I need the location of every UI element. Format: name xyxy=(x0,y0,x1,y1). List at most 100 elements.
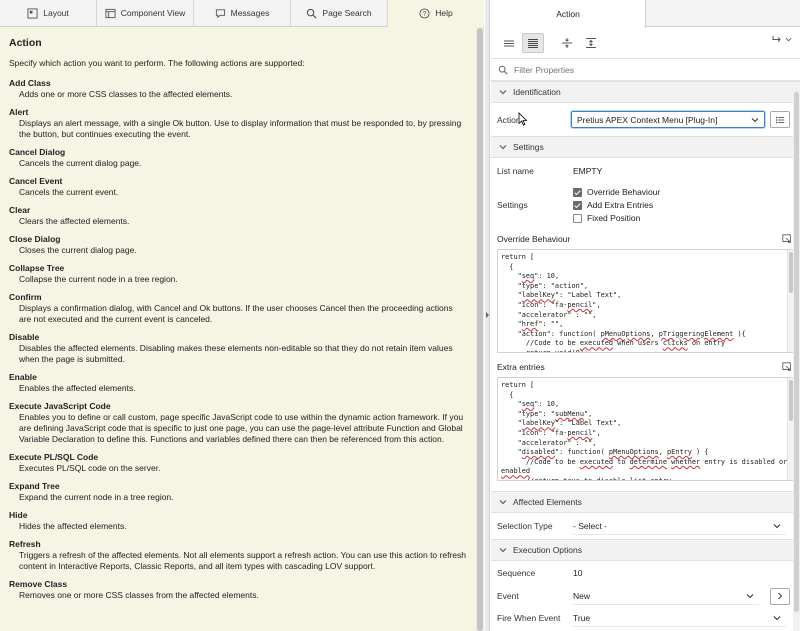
checkbox-label: Override Behaviour xyxy=(587,187,661,197)
checkbox-unchecked-icon[interactable] xyxy=(573,213,582,223)
tab-page-search[interactable]: Page Search xyxy=(291,0,388,26)
help-action-item: Cancel Event Cancels the current event. xyxy=(9,175,467,198)
help-action-title: Add Class xyxy=(9,78,51,88)
go-to-event-button[interactable] xyxy=(770,587,790,605)
action-select[interactable]: Pretius APEX Context Menu [Plug-In] xyxy=(571,111,765,128)
help-action-desc: Clears the affected elements. xyxy=(19,216,130,226)
help-action-item: Alert Displays an alert message, with a s… xyxy=(9,106,467,140)
help-action-desc: Hides the affected elements. xyxy=(19,521,127,531)
tab-component-view[interactable]: Component View xyxy=(97,0,194,26)
property-settings: Settings Override Behaviour Add Extra En… xyxy=(491,184,800,226)
property-scrollbar-thumb[interactable] xyxy=(794,92,799,612)
tab-layout[interactable]: Layout xyxy=(0,0,97,26)
help-action-item: Expand Tree Expand the current node in a … xyxy=(9,480,467,503)
help-action-title: Hide xyxy=(9,510,28,520)
help-action-title: Close Dialog xyxy=(9,234,61,244)
override-behaviour-header: Override Behaviour xyxy=(491,231,800,247)
help-action-title: Alert xyxy=(9,107,29,117)
layout-icon xyxy=(27,7,38,19)
list-name-value[interactable]: EMPTY xyxy=(573,166,800,176)
chevron-down-icon xyxy=(773,615,781,620)
splitter-arrow-icon[interactable] xyxy=(486,312,489,318)
group-execution-options[interactable]: Execution Options xyxy=(491,539,800,561)
pane-splitter[interactable] xyxy=(485,0,490,631)
tab-action[interactable]: Action xyxy=(491,0,646,28)
settings-label: Settings xyxy=(497,200,528,210)
checkbox-add-extra-entries[interactable]: Add Extra Entries xyxy=(573,199,800,212)
checkbox-checked-icon[interactable] xyxy=(573,200,582,210)
help-action-title: Enable xyxy=(9,372,37,382)
chevron-down-icon xyxy=(773,523,781,528)
help-action-item: Execute JavaScript Code Enables you to de… xyxy=(9,400,467,445)
tab-page-search-label: Page Search xyxy=(322,8,372,18)
checkbox-fixed-position[interactable]: Fixed Position xyxy=(573,212,800,225)
list-values-button[interactable] xyxy=(770,111,790,128)
go-to-group-menu[interactable] xyxy=(771,33,792,45)
help-action-desc: Displays an alert message, with a single… xyxy=(19,118,462,139)
help-scrollbar-thumb[interactable] xyxy=(477,28,483,631)
extra-entries-code-editor[interactable]: return [ { "seq": 10, "type": "subMenu",… xyxy=(497,377,794,481)
help-action-desc: Displays a confirmation dialog, with Can… xyxy=(19,303,453,324)
lines-icon xyxy=(504,40,514,46)
help-action-title: Collapse Tree xyxy=(9,263,65,273)
help-action-item: Remove Class Removes one or more CSS clas… xyxy=(9,578,467,601)
tab-help[interactable]: ? Help xyxy=(388,0,484,27)
help-action-title: Confirm xyxy=(9,292,42,302)
group-affected-elements-label: Affected Elements xyxy=(513,497,582,507)
help-action-title: Clear xyxy=(9,205,31,215)
help-action-title: Remove Class xyxy=(9,579,68,589)
override-behaviour-code-editor[interactable]: return [ { "seq": 10, "type": "action", … xyxy=(497,249,794,353)
search-icon xyxy=(307,8,317,19)
group-identification[interactable]: Identification xyxy=(491,81,800,103)
filter-bar xyxy=(491,59,800,81)
property-selection-type: Selection Type - Select - xyxy=(491,513,800,539)
expand-icon xyxy=(586,37,596,48)
property-editor: Action Identification Action xyxy=(491,0,800,631)
action-label: Action xyxy=(497,114,521,125)
override-behaviour-label: Override Behaviour xyxy=(497,234,571,244)
help-action-title: Execute JavaScript Code xyxy=(9,401,111,411)
collapse-icon xyxy=(562,37,572,48)
help-action-title: Expand Tree xyxy=(9,481,60,491)
chevron-down-icon xyxy=(746,593,754,598)
help-icon: ? xyxy=(419,7,430,19)
fire-when-event-value: True xyxy=(573,612,591,623)
help-action-desc: Collapse the current node in a tree regi… xyxy=(19,274,178,284)
help-action-desc: Executes PL/SQL code on the server. xyxy=(19,463,161,473)
svg-text:?: ? xyxy=(423,11,427,18)
selection-type-select[interactable]: - Select - xyxy=(573,518,786,535)
checkbox-override-behaviour[interactable]: Override Behaviour xyxy=(573,186,800,199)
expand-editor-icon[interactable] xyxy=(782,234,792,244)
help-action-item: Clear Clears the affected elements. xyxy=(9,204,467,227)
checkbox-checked-icon[interactable] xyxy=(573,187,582,197)
expand-all-button[interactable] xyxy=(580,33,602,53)
component-view-icon xyxy=(105,8,116,18)
help-action-desc: Cancels the current dialog page. xyxy=(19,158,142,168)
event-label: Event xyxy=(497,591,519,601)
group-settings[interactable]: Settings xyxy=(491,136,800,158)
left-tab-bar: Layout Component View Messages Page Sear… xyxy=(0,0,484,27)
property-scrollbar[interactable] xyxy=(793,82,800,631)
group-affected-elements[interactable]: Affected Elements xyxy=(491,491,800,513)
show-all-button[interactable] xyxy=(522,32,544,53)
expand-editor-icon[interactable] xyxy=(782,362,792,372)
collapse-all-button[interactable] xyxy=(556,33,578,53)
property-action: Action Pretius APEX Context Menu [Plug-I… xyxy=(491,103,800,136)
tab-messages[interactable]: Messages xyxy=(194,0,291,26)
group-execution-options-label: Execution Options xyxy=(513,545,582,555)
fire-when-event-select[interactable]: True xyxy=(573,610,786,627)
filter-properties-input[interactable] xyxy=(514,64,774,75)
sequence-value[interactable]: 10 xyxy=(573,568,800,578)
show-common-button[interactable] xyxy=(498,33,520,53)
go-to-group-icon xyxy=(772,36,781,42)
checkbox-label: Fixed Position xyxy=(587,213,641,223)
messages-icon xyxy=(215,8,225,18)
tab-component-view-label: Component View xyxy=(120,8,186,18)
action-value-wrap: Pretius APEX Context Menu [Plug-In] xyxy=(571,111,800,128)
event-select[interactable]: New xyxy=(573,588,759,605)
help-scrollbar[interactable] xyxy=(476,28,484,631)
checkbox-label: Add Extra Entries xyxy=(587,200,654,210)
help-action-desc: Removes one or more CSS classes from the… xyxy=(19,590,259,600)
selection-type-value: - Select - xyxy=(573,520,608,531)
dense-lines-icon xyxy=(528,38,538,48)
